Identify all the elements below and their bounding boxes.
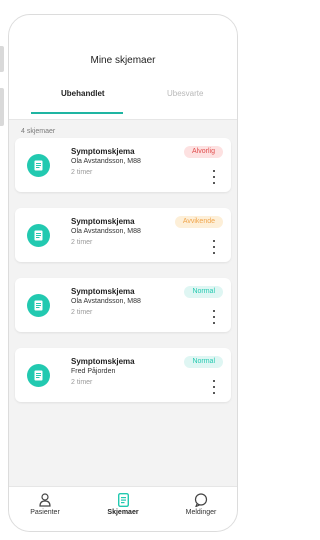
patient-name: Fred Påjorden bbox=[71, 368, 116, 375]
device-side-button bbox=[0, 46, 4, 72]
form-card[interactable]: Symptomskjema Ola Avstandsson, M88 2 tim… bbox=[15, 278, 231, 332]
timestamp: 2 timer bbox=[71, 169, 93, 176]
form-count: 4 skjemaer bbox=[21, 128, 56, 135]
nav-item-skjemaer[interactable]: Skjemaer bbox=[93, 493, 153, 516]
more-options-icon[interactable] bbox=[211, 240, 217, 254]
timestamp: 2 timer bbox=[71, 379, 93, 386]
form-card[interactable]: Symptomskjema Ola Avstandsson, M88 2 tim… bbox=[15, 208, 231, 262]
status-badge: Normal bbox=[184, 286, 223, 298]
status-badge: Avvikende bbox=[174, 216, 223, 228]
nav-item-meldinger[interactable]: Meldinger bbox=[171, 493, 231, 516]
device-side-button bbox=[0, 88, 4, 126]
active-tab-indicator bbox=[31, 112, 123, 114]
status-badge: Alvorlig bbox=[184, 146, 223, 158]
nav-label: Skjemaer bbox=[107, 509, 139, 516]
form-title: Symptomskjema bbox=[71, 287, 135, 296]
nav-label: Pasienter bbox=[30, 509, 60, 516]
patient-name: Ola Avstandsson, M88 bbox=[71, 158, 141, 165]
timestamp: 2 timer bbox=[71, 239, 93, 246]
bottom-navigation: Pasienter Skjemaer Meldinger bbox=[9, 486, 237, 531]
tab-ubehandlet[interactable]: Ubehandlet bbox=[61, 89, 105, 98]
page-title: Mine skjemaer bbox=[90, 55, 156, 66]
document-icon bbox=[27, 364, 50, 387]
more-options-icon[interactable] bbox=[211, 170, 217, 184]
document-icon bbox=[27, 224, 50, 247]
form-card[interactable]: Symptomskjema Fred Påjorden 2 timer Norm… bbox=[15, 348, 231, 402]
document-icon bbox=[27, 294, 50, 317]
chat-bubble-icon bbox=[194, 493, 208, 507]
form-title: Symptomskjema bbox=[71, 147, 135, 156]
timestamp: 2 timer bbox=[71, 309, 93, 316]
patient-name: Ola Avstandsson, M88 bbox=[71, 298, 141, 305]
nav-item-pasienter[interactable]: Pasienter bbox=[15, 493, 75, 516]
more-options-icon[interactable] bbox=[211, 380, 217, 394]
patient-name: Ola Avstandsson, M88 bbox=[71, 228, 141, 235]
document-icon bbox=[27, 154, 50, 177]
document-icon bbox=[117, 493, 129, 507]
phone-frame: Mine skjemaer Ubehandlet Ubesvarte 4 skj… bbox=[8, 14, 238, 532]
form-card[interactable]: Symptomskjema Ola Avstandsson, M88 2 tim… bbox=[15, 138, 231, 192]
more-options-icon[interactable] bbox=[211, 310, 217, 324]
form-title: Symptomskjema bbox=[71, 217, 135, 226]
header: Mine skjemaer Ubehandlet Ubesvarte bbox=[9, 15, 237, 120]
status-badge: Normal bbox=[184, 356, 223, 368]
form-title: Symptomskjema bbox=[71, 357, 135, 366]
nav-label: Meldinger bbox=[185, 509, 217, 516]
tab-ubesvarte[interactable]: Ubesvarte bbox=[167, 89, 203, 98]
person-icon bbox=[39, 493, 51, 507]
